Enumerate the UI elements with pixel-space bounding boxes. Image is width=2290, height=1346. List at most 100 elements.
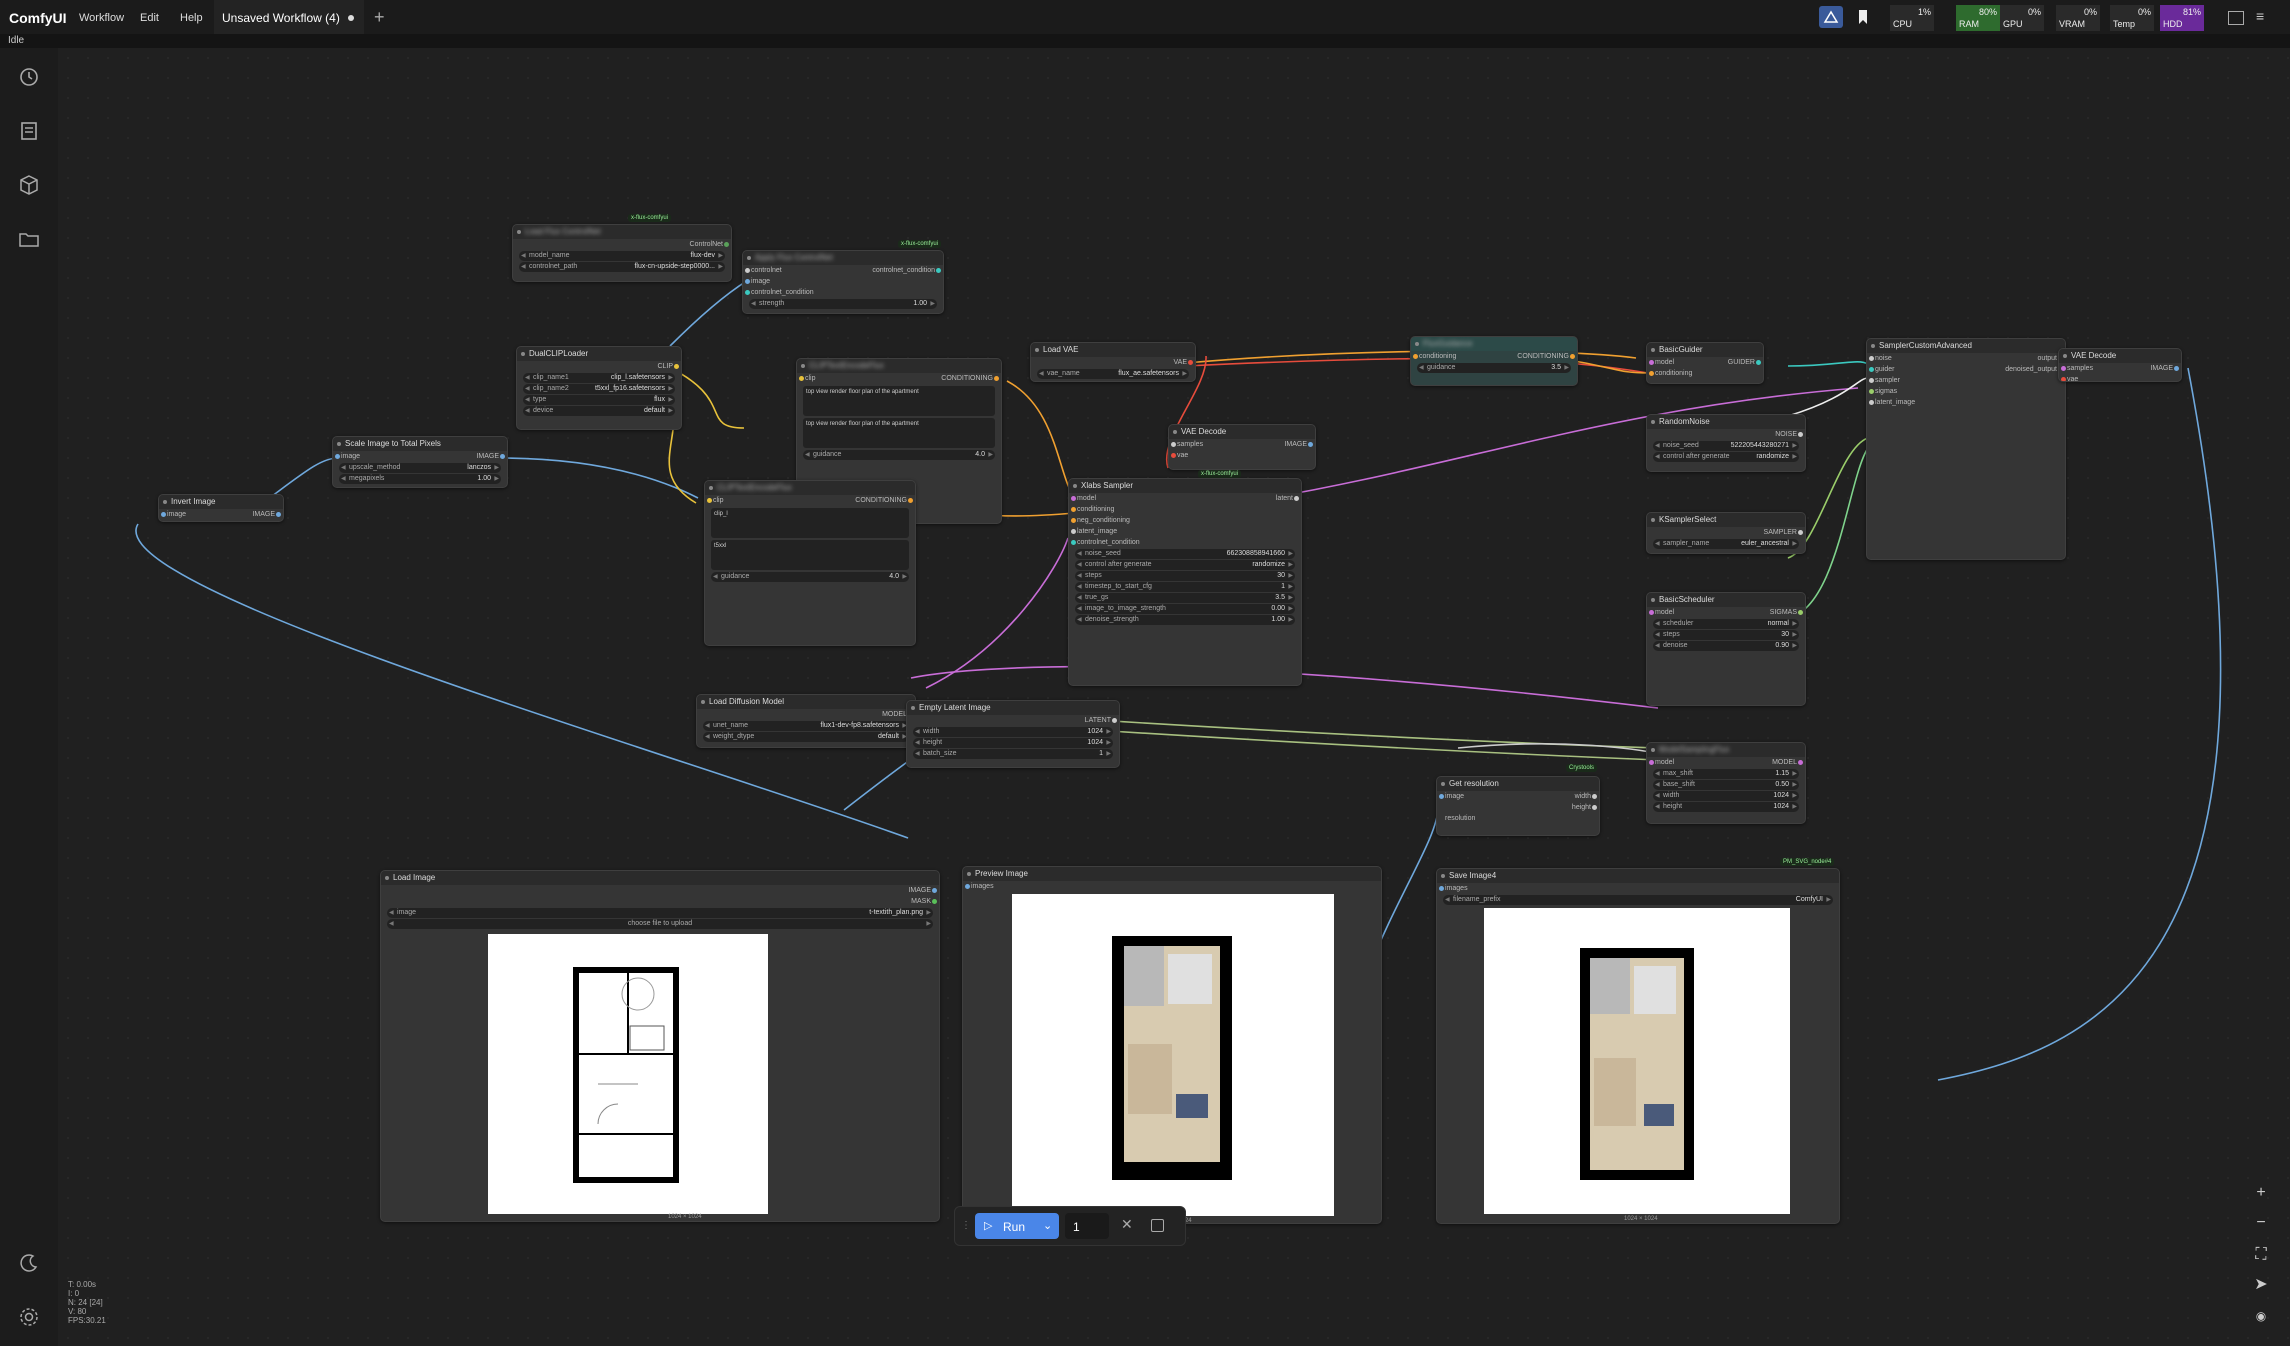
widget-control[interactable]: true_gs 3.5 <box>1075 593 1295 603</box>
bookmark-icon[interactable] <box>1856 9 1870 25</box>
widget-control[interactable]: guidance 3.5 <box>1417 363 1571 373</box>
slot-pin-icon[interactable] <box>707 498 712 503</box>
node-flux-guidance[interactable]: FluxGuidance conditioning CONDITIONING guid… <box>1410 336 1578 386</box>
cancel-icon[interactable]: ✕ <box>1121 1216 1133 1233</box>
node-title[interactable]: Load Image <box>381 871 939 885</box>
slot-pin-icon[interactable] <box>932 888 937 893</box>
prompt-textarea[interactable]: t5xxl <box>711 540 909 570</box>
new-tab-plus-icon[interactable]: + <box>374 7 385 28</box>
node-title[interactable]: Preview Image <box>963 867 1381 881</box>
batch-count-input[interactable]: 1 <box>1065 1213 1109 1239</box>
hamburger-menu-icon[interactable]: ≡ <box>2256 9 2270 23</box>
node-ksampler-select[interactable]: KSamplerSelect SAMPLER sampler_name euler_a… <box>1646 512 1806 554</box>
slot-pin-icon[interactable] <box>1413 354 1418 359</box>
slot-pin-icon[interactable] <box>1071 507 1076 512</box>
slot-pin-icon[interactable] <box>1798 432 1803 437</box>
node-title[interactable]: CLIPTextEncodeFlux <box>797 359 1001 373</box>
slot-pin-icon[interactable] <box>1649 760 1654 765</box>
widget-control[interactable]: control after generate randomize <box>1653 452 1799 462</box>
node-load-flux-controlnet[interactable]: Load Flux ControlNet ControlNet model_name… <box>512 224 732 282</box>
widget-control[interactable]: max_shift 1.15 <box>1653 769 1799 779</box>
node-scale-image[interactable]: Scale Image to Total Pixels image IMAGE ups… <box>332 436 508 488</box>
run-button[interactable]: ▷ Run ⌄ <box>975 1213 1059 1239</box>
slot-pin-icon[interactable] <box>994 376 999 381</box>
node-title[interactable]: SamplerCustomAdvanced <box>1867 339 2065 353</box>
node-title[interactable]: Load VAE <box>1031 343 1195 357</box>
widget-control[interactable]: steps 30 <box>1075 571 1295 581</box>
node-vae-decode-2[interactable]: VAE Decode samples IMAGE vae <box>2058 348 2182 382</box>
slot-pin-icon[interactable] <box>1869 356 1874 361</box>
widget-control[interactable]: vae_name flux_ae.safetensors <box>1037 369 1189 379</box>
slot-pin-icon[interactable] <box>1869 378 1874 383</box>
widget-control[interactable]: noise_seed 662308858941660 <box>1075 549 1295 559</box>
node-title[interactable]: Save Image4 <box>1437 869 1839 883</box>
widget-control[interactable]: guidance 4.0 <box>803 450 995 460</box>
slot-pin-icon[interactable] <box>674 364 679 369</box>
slot-pin-icon[interactable] <box>1798 610 1803 615</box>
node-empty-latent[interactable]: Empty Latent Image LATENT width 1024 height 1… <box>906 700 1120 768</box>
tab-workflow[interactable]: Unsaved Workflow (4) <box>214 0 364 36</box>
prompt-textarea[interactable]: top view render floor plan of the apartm… <box>803 418 995 448</box>
widget-control[interactable]: unet_name flux1-dev-fp8.safetensors <box>703 721 909 731</box>
zoom-out-icon[interactable]: − <box>2246 1210 2276 1236</box>
node-title[interactable]: KSamplerSelect <box>1647 513 1805 527</box>
widget-control[interactable]: steps 30 <box>1653 630 1799 640</box>
zoom-in-icon[interactable]: + <box>2246 1180 2276 1206</box>
slot-pin-icon[interactable] <box>1308 442 1313 447</box>
slot-pin-icon[interactable] <box>745 279 750 284</box>
node-apply-flux-controlnet[interactable]: Apply Flux ControlNet controlnet controlne… <box>742 250 944 314</box>
widget-control[interactable]: timestep_to_start_cfg 1 <box>1075 582 1295 592</box>
slot-pin-icon[interactable] <box>161 512 166 517</box>
widget-control[interactable]: megapixels 1.00 <box>339 474 501 484</box>
widget-control[interactable]: guidance 4.0 <box>711 572 909 582</box>
node-title[interactable]: Xlabs Sampler <box>1069 479 1301 493</box>
slot-pin-icon[interactable] <box>500 454 505 459</box>
widget-control[interactable]: model_name flux-dev <box>519 251 725 261</box>
locate-icon[interactable]: ➤ <box>2246 1272 2276 1298</box>
slot-pin-icon[interactable] <box>1592 805 1597 810</box>
widget-control[interactable]: sampler_name euler_ancestral <box>1653 539 1799 549</box>
node-xlabs-sampler[interactable]: Xlabs Sampler model latent conditioning neg_… <box>1068 478 1302 686</box>
node-title[interactable]: RandomNoise <box>1647 415 1805 429</box>
slot-pin-icon[interactable] <box>1171 442 1176 447</box>
slot-pin-icon[interactable] <box>1570 354 1575 359</box>
node-sampler-custom[interactable]: SamplerCustomAdvanced noise output guider de… <box>1866 338 2066 560</box>
slot-pin-icon[interactable] <box>932 899 937 904</box>
slot-pin-icon[interactable] <box>335 454 340 459</box>
widget-control[interactable]: device default <box>523 406 675 416</box>
slot-pin-icon[interactable] <box>799 376 804 381</box>
stop-icon[interactable] <box>1151 1219 1164 1232</box>
widget-control[interactable]: strength 1.00 <box>749 299 937 309</box>
slot-pin-icon[interactable] <box>1869 389 1874 394</box>
slot-pin-icon[interactable] <box>936 268 941 273</box>
widget-control[interactable]: denoise_strength 1.00 <box>1075 615 1295 625</box>
node-title[interactable]: Load Diffusion Model <box>697 695 915 709</box>
slot-pin-icon[interactable] <box>1439 794 1444 799</box>
slot-pin-icon[interactable] <box>965 884 970 889</box>
settings-gear-icon[interactable] <box>16 1304 42 1330</box>
node-model-sampling[interactable]: ModelSamplingFlux model MODEL max_shift 1.15… <box>1646 742 1806 824</box>
node-title[interactable]: Load Flux ControlNet <box>513 225 731 239</box>
slot-pin-icon[interactable] <box>1112 718 1117 723</box>
visibility-eye-icon[interactable]: ◉ <box>2246 1303 2276 1329</box>
slot-pin-icon[interactable] <box>1798 760 1803 765</box>
widget-control[interactable]: noise_seed 522205443280271 <box>1653 441 1799 451</box>
panel-toggle-icon[interactable] <box>2228 11 2244 25</box>
slot-pin-icon[interactable] <box>1071 496 1076 501</box>
widget-control[interactable]: type flux <box>523 395 675 405</box>
widget-control[interactable]: width 1024 <box>913 727 1113 737</box>
widget-control[interactable]: control after generate randomize <box>1075 560 1295 570</box>
fit-view-icon[interactable]: ⛶ <box>2246 1242 2276 1268</box>
slot-pin-icon[interactable] <box>1649 360 1654 365</box>
manager-icon[interactable] <box>1819 6 1843 28</box>
node-title[interactable]: ModelSamplingFlux <box>1647 743 1805 757</box>
widget-control[interactable]: base_shift 0.50 <box>1653 780 1799 790</box>
slot-pin-icon[interactable] <box>1071 540 1076 545</box>
widget-control[interactable]: upscale_method lanczos <box>339 463 501 473</box>
node-invert-image[interactable]: Invert Image image IMAGE <box>158 494 284 522</box>
node-title[interactable]: BasicGuider <box>1647 343 1763 357</box>
widget-control[interactable]: image t-textith_plan.png <box>387 908 933 918</box>
slot-pin-icon[interactable] <box>1649 610 1654 615</box>
node-vae-decode-1[interactable]: VAE Decode samples IMAGE vae <box>1168 424 1316 470</box>
node-basic-guider[interactable]: BasicGuider model GUIDER conditioning <box>1646 342 1764 384</box>
